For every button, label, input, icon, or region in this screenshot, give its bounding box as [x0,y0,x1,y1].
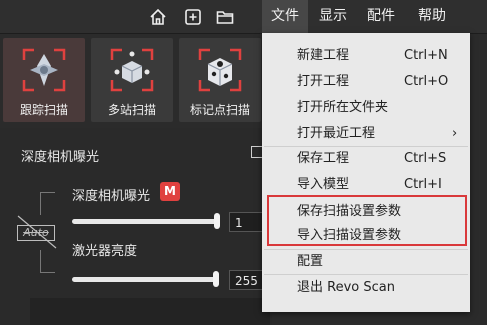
exposure-label: 深度相机曝光 [72,189,151,204]
menu-item-open-project[interactable]: 打开工程 Ctrl+O [262,70,470,94]
mode-marker-scan[interactable]: 标记点扫描 [179,38,261,122]
menu-accessories[interactable]: 配件 [359,0,403,33]
menu-item-exit[interactable]: 退出 Revo Scan [262,276,470,300]
file-menu-dropdown: 新建工程 Ctrl+N 打开工程 Ctrl+O 打开所在文件夹 打开最近工程 › 保… [262,33,470,312]
menu-item-recent-projects[interactable]: 打开最近工程 › [262,122,470,146]
exposure-slider-thumb[interactable] [214,213,220,229]
marker-scan-icon [198,48,242,92]
highlight-box [267,195,467,246]
menu-display[interactable]: 显示 [311,0,355,33]
chevron-right-icon: › [452,126,458,141]
mode-label: 标记点扫描 [189,103,250,117]
menu-item-open-folder[interactable]: 打开所在文件夹 [262,96,470,120]
bracket [40,192,55,215]
folder-icon[interactable] [215,7,235,27]
menu-item-new-project[interactable]: 新建工程 Ctrl+N [262,44,470,68]
mode-label: 跟踪扫描 [19,103,68,117]
menu-file[interactable]: 文件 [262,0,308,33]
menu-item-save-project[interactable]: 保存工程 Ctrl+S [262,147,470,171]
add-icon[interactable] [183,7,203,27]
menu-help[interactable]: 帮助 [410,0,454,33]
viewport-edge [30,298,270,325]
manual-badge[interactable]: M [160,182,180,201]
mode-tracking-scan[interactable]: 跟踪扫描 [3,38,85,122]
auto-disabled-slash-icon [17,215,57,249]
multi-station-scan-icon [110,48,154,92]
home-icon[interactable] [148,7,168,27]
menu-item-import-model[interactable]: 导入模型 Ctrl+I [262,173,470,197]
panel-title: 深度相机曝光 [21,150,100,165]
tracking-scan-icon [22,48,66,92]
mode-label: 多站扫描 [107,103,156,117]
laser-slider-thumb[interactable] [213,271,219,287]
mode-multi-station-scan[interactable]: 多站扫描 [91,38,173,122]
bracket [40,250,55,273]
menu-separator [264,274,468,275]
laser-value-input[interactable]: 255 [229,270,265,290]
laser-brightness-label: 激光器亮度 [72,244,138,259]
laser-slider-track[interactable] [72,277,218,282]
exposure-slider-track[interactable] [72,219,218,224]
menu-item-configuration[interactable]: 配置 [262,250,470,274]
top-bar: 文件 显示 配件 帮助 [0,0,487,34]
